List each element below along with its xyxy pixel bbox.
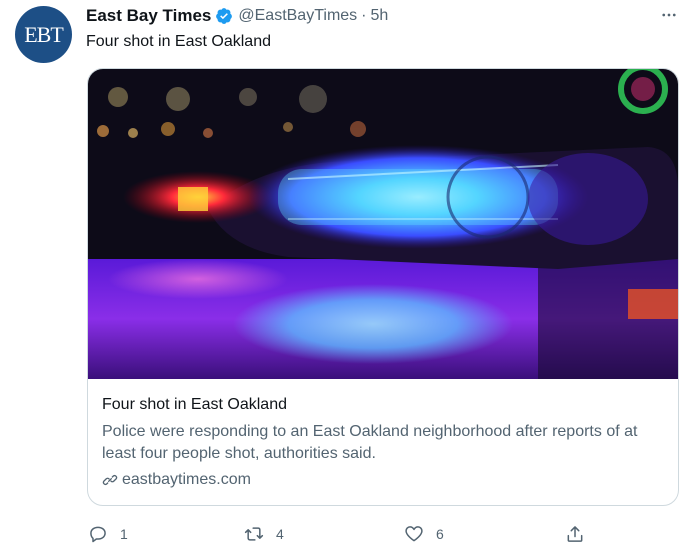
like-button[interactable]: 6 <box>404 520 444 548</box>
verified-badge-icon <box>216 8 233 24</box>
share-button[interactable] <box>565 520 585 548</box>
retweet-button[interactable]: 4 <box>244 520 284 548</box>
card-domain: eastbaytimes.com <box>122 471 251 488</box>
link-preview-card[interactable]: Four shot in East Oakland Police were re… <box>87 68 679 506</box>
more-options-button[interactable] <box>655 4 683 26</box>
tweet-actions: 1 4 6 <box>0 520 700 548</box>
heart-icon <box>405 526 423 542</box>
more-horizontal-icon <box>662 13 676 17</box>
retweet-icon <box>244 527 264 541</box>
reply-button[interactable]: 1 <box>88 520 128 548</box>
display-name[interactable]: East Bay Times <box>86 6 211 26</box>
avatar[interactable]: EBT <box>15 6 72 63</box>
link-icon <box>102 474 118 486</box>
reply-count: 1 <box>120 526 128 542</box>
tweet[interactable]: EBT East Bay Times @EastBayTimes · 5h Fo… <box>0 0 700 552</box>
separator-dot: · <box>361 7 367 24</box>
timestamp[interactable]: 5h <box>371 7 389 25</box>
avatar-logo-text: EBT <box>24 21 64 47</box>
retweet-count: 4 <box>276 526 284 542</box>
handle[interactable]: @EastBayTimes <box>238 7 357 25</box>
like-count: 6 <box>436 526 444 542</box>
card-title: Four shot in East Oakland <box>102 396 287 413</box>
card-image[interactable] <box>88 69 678 379</box>
card-description: Police were responding to an East Oaklan… <box>102 423 638 462</box>
tweet-text: Four shot in East Oakland <box>86 33 271 50</box>
share-icon <box>567 526 583 542</box>
tweet-header: East Bay Times @EastBayTimes · 5h <box>86 6 388 26</box>
reply-icon <box>90 526 106 543</box>
card-link[interactable]: eastbaytimes.com <box>102 471 251 489</box>
